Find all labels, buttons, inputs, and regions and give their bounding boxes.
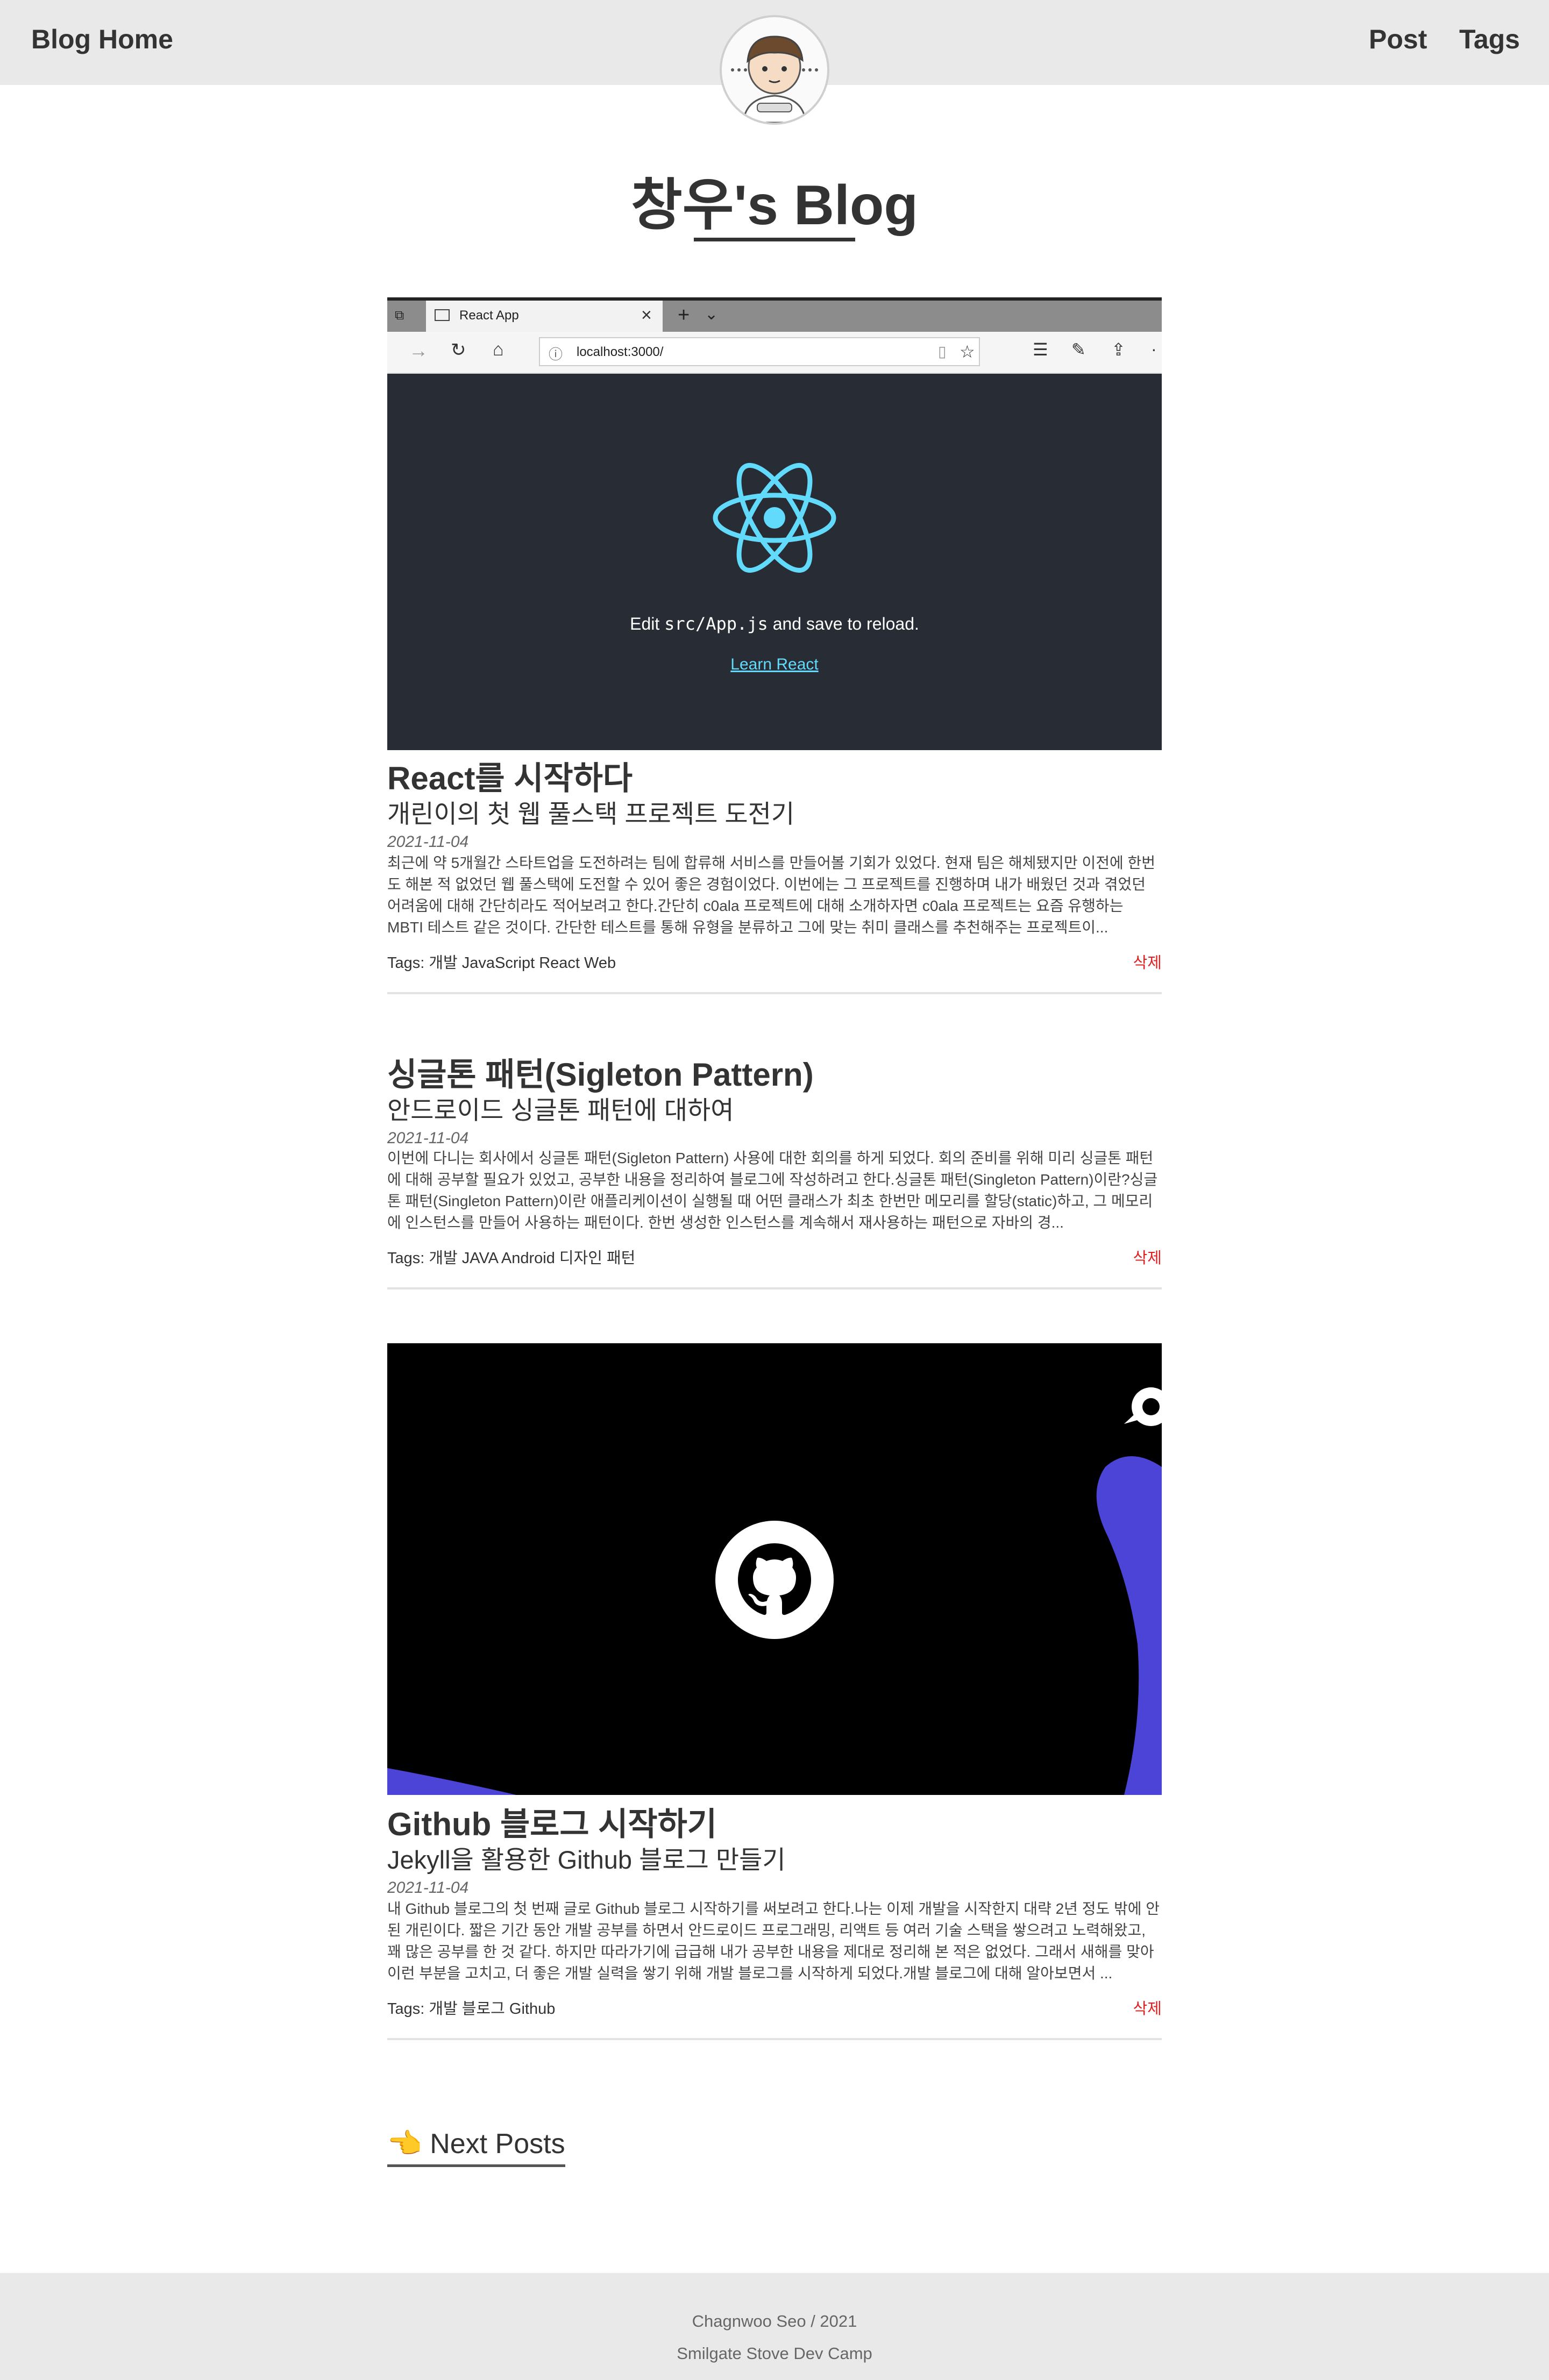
browser-toolbar: → ↻ ⌂ ⓘ localhost:3000/ ▯ ☆ ☰ ✎ ⇪ · [387,332,1162,374]
pen-icon[interactable]: ✎ [1071,339,1086,360]
post-title[interactable]: Github 블로그 시작하기 [387,1798,717,1845]
more-icon[interactable]: · [1151,339,1157,359]
post-divider [387,992,1162,994]
address-bar[interactable]: ⓘ localhost:3000/ ▯ ☆ [539,337,980,366]
post-tags: Tags: 개발 JAVA Android 디자인 패턴 [387,1250,636,1267]
post-excerpt: 내 Github 블로그의 첫 번째 글로 Github 블로그 시작하기를 써… [387,1900,1160,1982]
footer-org: Smilgate Stove Dev Camp [677,2344,872,2363]
avatar[interactable] [720,15,829,125]
close-tab-icon[interactable]: × [641,305,652,326]
react-logo-icon [713,462,836,573]
title-underline [694,238,855,241]
forward-arrow-icon[interactable]: → [409,339,428,362]
post-date: 2021-11-04 [387,1129,469,1147]
post-date: 2021-11-04 [387,1879,469,1897]
learn-react-link[interactable]: Learn React [387,655,1162,674]
post-subtitle: 안드로이드 싱글톤 패턴에 대하여 [387,1096,734,1124]
github-logo-icon [715,1521,834,1639]
post-title[interactable]: React를 시작하다 [387,752,633,799]
favorites-list-icon[interactable]: ☰ [1033,339,1048,360]
post-title[interactable]: 싱글톤 패턴(Sigleton Pattern) [387,1049,814,1095]
post-thumbnail-github[interactable] [387,1343,1162,1795]
home-icon[interactable]: ⌂ [493,339,504,360]
info-icon: ⓘ [549,346,563,362]
site-title: 창우's Blog [631,174,918,237]
react-edit-text: Edit src/App.js and save to reload. [630,614,919,634]
nav-tags-link[interactable]: Tags [1459,24,1520,55]
new-tab-icon[interactable]: + [678,304,690,327]
github-banner-art [387,1387,1162,1795]
post-divider [387,2038,1162,2040]
browser-tab-title: React App [459,308,519,323]
favorite-star-icon[interactable]: ☆ [960,341,975,362]
post-card[interactable]: Github 블로그 시작하기 Jekyll을 활용한 Github 블로그 만… [387,1343,1162,2042]
post-subtitle: Jekyll을 활용한 Github 블로그 만들기 [387,1845,786,1874]
post-card[interactable]: ⧉ React App × + ⌄ → ↻ ⌂ ⓘ localhost:3000… [387,297,1162,996]
post-divider [387,1287,1162,1289]
post-tags: Tags: 개발 블로그 Github [387,2000,556,2018]
post-excerpt: 최근에 약 5개월간 스타트업을 도전하려는 팀에 합류해 서비스를 만들어볼 … [387,854,1156,936]
post-subtitle: 개린이의 첫 웹 풀스택 프로젝트 도전기 [387,800,795,828]
address-url: localhost:3000/ [577,345,664,359]
post-date: 2021-11-04 [387,833,469,851]
delete-button[interactable]: 삭제 [1133,950,1162,973]
delete-button[interactable]: 삭제 [1133,1996,1162,2019]
post-thumbnail-react[interactable]: ⧉ React App × + ⌄ → ↻ ⌂ ⓘ localhost:3000… [387,297,1162,750]
tab-actions-icon: ⧉ [395,308,404,323]
nav-post-link[interactable]: Post [1369,24,1427,55]
post-excerpt: 이번에 다니는 회사에서 싱글톤 패턴(Sigleton Pattern) 사용… [387,1150,1158,1231]
browser-tab[interactable]: React App × [426,301,663,332]
share-icon[interactable]: ⇪ [1111,339,1126,360]
browser-tab-strip: ⧉ React App × + ⌄ [387,297,1162,332]
avatar-illustration-icon [722,17,827,123]
footer-author: Chagnwoo Seo / 2021 [692,2312,857,2331]
page-icon [435,309,450,321]
chevron-down-icon[interactable]: ⌄ [705,305,718,324]
post-card[interactable]: 싱글톤 패턴(Sigleton Pattern) 안드로이드 싱글톤 패턴에 대… [387,1049,1162,1296]
blog-home-link[interactable]: Blog Home [31,24,173,55]
post-tags: Tags: 개발 JavaScript React Web [387,954,616,972]
delete-button[interactable]: 삭제 [1133,1245,1162,1268]
refresh-icon[interactable]: ↻ [451,339,466,361]
footer: Chagnwoo Seo / 2021 Smilgate Stove Dev C… [0,2273,1549,2380]
reading-view-icon[interactable]: ▯ [938,343,946,360]
next-posts-link[interactable]: 👈 Next Posts [387,2127,565,2167]
